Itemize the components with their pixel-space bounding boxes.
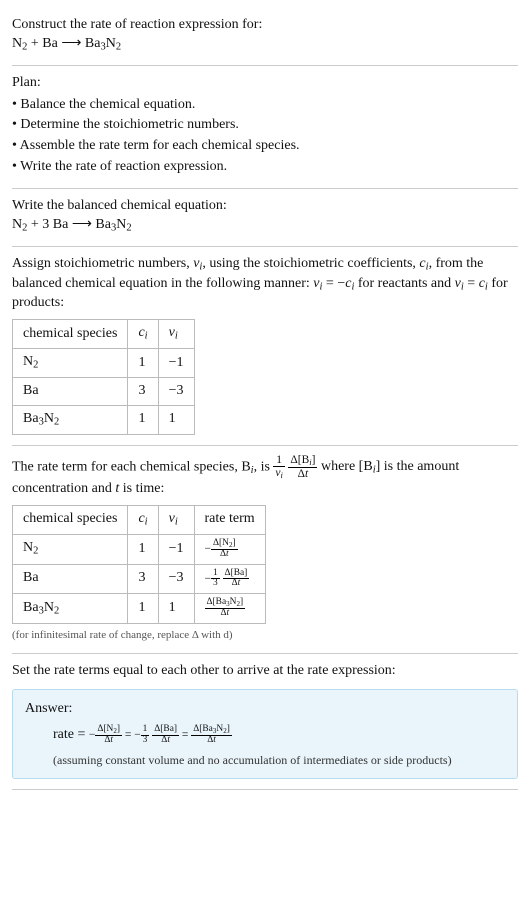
cell-species: Ba3N2	[13, 405, 128, 434]
cell-rate: −13 Δ[Ba]Δt	[194, 564, 265, 594]
rateterms-text-pre: The rate term for each chemical species,…	[12, 459, 251, 474]
col-species: chemical species	[13, 505, 128, 534]
answer-note: (assuming constant volume and no accumul…	[53, 752, 505, 768]
cell-vi: 1	[158, 405, 194, 434]
cell-ci: 1	[128, 349, 158, 378]
cell-ci: 1	[128, 405, 158, 434]
balanced-equation: N2 + 3 Ba ⟶ Ba3N2	[12, 216, 518, 236]
rate-expression: rate = −Δ[N2]Δt = −13 Δ[Ba]Δt = Δ[Ba3N2]…	[53, 725, 505, 746]
col-species: chemical species	[13, 320, 128, 349]
cell-rate: −Δ[N2]Δt	[194, 534, 265, 564]
table-row: Ba3N2 1 1	[13, 405, 195, 434]
cell-ci: 3	[128, 564, 158, 594]
plan-item: Determine the stoichiometric numbers.	[12, 115, 518, 136]
plan-item: Balance the chemical equation.	[12, 95, 518, 116]
table-row: N2 1 −1 −Δ[N2]Δt	[13, 534, 266, 564]
cell-species: Ba3N2	[13, 594, 128, 624]
col-ci: ci	[128, 320, 158, 349]
rateterms-section: The rate term for each chemical species,…	[12, 446, 518, 655]
final-section: Set the rate terms equal to each other t…	[12, 654, 518, 790]
stoich-text: Assign stoichiometric numbers, νi, using…	[12, 255, 518, 313]
cell-rate: Δ[Ba3N2]Δt	[194, 594, 265, 624]
cell-vi: −3	[158, 377, 194, 405]
answer-box: Answer: rate = −Δ[N2]Δt = −13 Δ[Ba]Δt = …	[12, 689, 518, 779]
cell-ci: 1	[128, 534, 158, 564]
table-row: Ba 3 −3	[13, 377, 195, 405]
balanced-title: Write the balanced chemical equation:	[12, 197, 518, 216]
rateterms-table: chemical species ci νi rate term N2 1 −1…	[12, 505, 266, 625]
cell-ci: 3	[128, 377, 158, 405]
cell-vi: 1	[158, 594, 194, 624]
balanced-section: Write the balanced chemical equation: N2…	[12, 189, 518, 247]
rate-label: rate =	[53, 727, 89, 742]
col-rate: rate term	[194, 505, 265, 534]
cell-species: Ba	[13, 377, 128, 405]
intro-equation: N2 + Ba ⟶ Ba3N2	[12, 35, 518, 55]
cell-species: Ba	[13, 564, 128, 594]
rateterms-text: The rate term for each chemical species,…	[12, 454, 518, 499]
table-row: Ba 3 −3 −13 Δ[Ba]Δt	[13, 564, 266, 594]
col-vi: νi	[158, 505, 194, 534]
plan-section: Plan: Balance the chemical equation. Det…	[12, 66, 518, 189]
cell-vi: −3	[158, 564, 194, 594]
plan-item: Assemble the rate term for each chemical…	[12, 136, 518, 157]
plan-title: Plan:	[12, 74, 518, 93]
rateterms-footnote: (for infinitesimal rate of change, repla…	[12, 628, 518, 643]
table-row: Ba3N2 1 1 Δ[Ba3N2]Δt	[13, 594, 266, 624]
intro-section: Construct the rate of reaction expressio…	[12, 8, 518, 66]
intro-title: Construct the rate of reaction expressio…	[12, 16, 518, 35]
rate-expr: −Δ[N2]Δt = −13 Δ[Ba]Δt = Δ[Ba3N2]Δt	[89, 729, 232, 741]
cell-species: N2	[13, 349, 128, 378]
table-row: N2 1 −1	[13, 349, 195, 378]
generic-rate-term: 1νi Δ[Bi]Δt	[273, 459, 321, 474]
table-header-row: chemical species ci νi rate term	[13, 505, 266, 534]
cell-ci: 1	[128, 594, 158, 624]
stoich-section: Assign stoichiometric numbers, νi, using…	[12, 247, 518, 446]
rateterms-text-mid: , is	[254, 459, 274, 474]
final-title: Set the rate terms equal to each other t…	[12, 662, 518, 681]
cell-vi: −1	[158, 534, 194, 564]
plan-item: Write the rate of reaction expression.	[12, 157, 518, 178]
answer-label: Answer:	[25, 700, 505, 719]
table-header-row: chemical species ci νi	[13, 320, 195, 349]
plan-list: Balance the chemical equation. Determine…	[12, 95, 518, 179]
col-ci: ci	[128, 505, 158, 534]
cell-species: N2	[13, 534, 128, 564]
cell-vi: −1	[158, 349, 194, 378]
stoich-table: chemical species ci νi N2 1 −1 Ba 3 −3 B…	[12, 319, 195, 434]
col-vi: νi	[158, 320, 194, 349]
